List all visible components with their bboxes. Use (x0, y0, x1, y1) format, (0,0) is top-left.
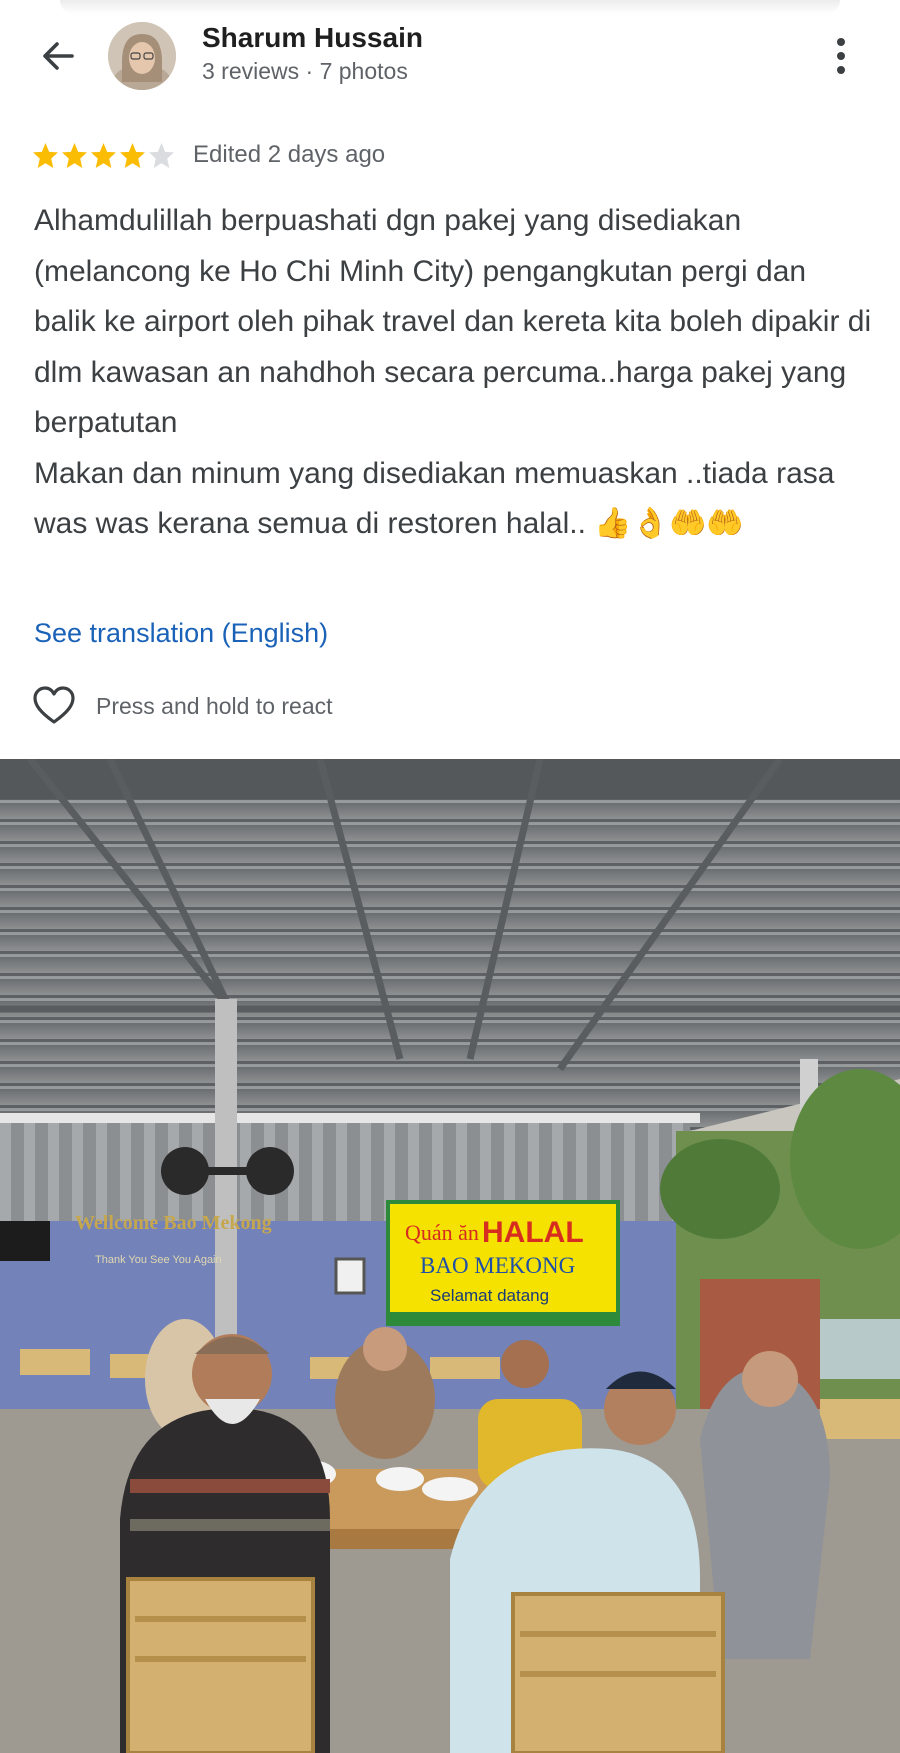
sign-line1-prefix: Quán ăn (405, 1220, 479, 1245)
arrow-left-icon[interactable] (36, 34, 80, 78)
star-filled-icon (33, 142, 58, 168)
sign-line2: BAO MEKONG (420, 1253, 575, 1278)
reviewer-name[interactable]: Sharum Hussain (202, 22, 423, 54)
review-text: Alhamdulillah berpuashati dgn pakej yang… (34, 204, 872, 540)
review-header: Sharum Hussain 3 reviews · 7 photos (0, 0, 900, 115)
see-translation-link[interactable]: See translation (English) (34, 618, 328, 649)
reviewer-meta: 3 reviews · 7 photos (202, 58, 408, 84)
star-rating (32, 142, 175, 169)
react-button[interactable]: Press and hold to react (32, 686, 333, 726)
wall-subtext: Thank You See You Again (95, 1254, 222, 1266)
avatar-image (108, 22, 176, 90)
react-label: Press and hold to react (96, 692, 333, 719)
more-vertical-icon[interactable] (826, 34, 856, 78)
edited-label: Edited 2 days ago (193, 141, 386, 168)
avatar[interactable] (108, 22, 176, 90)
review-photo[interactable]: Wellcome Bao Mekong Thank You See You Ag… (0, 759, 900, 1753)
star-filled-icon (62, 142, 87, 168)
star-filled-icon (120, 142, 145, 168)
sign-line1-main: HALAL (482, 1216, 584, 1249)
heart-icon (33, 686, 75, 724)
sign-line3: Selamat datang (430, 1286, 549, 1305)
star-filled-icon (91, 142, 116, 168)
restaurant-photo: Wellcome Bao Mekong Thank You See You Ag… (0, 759, 900, 1753)
rating-row: Edited 2 days ago (32, 138, 385, 172)
star-empty-icon (149, 142, 174, 168)
halal-sign: Quán ăn HALAL BAO MEKONG Selamat datang (386, 1200, 620, 1326)
wall-text: Wellcome Bao Mekong (75, 1212, 272, 1234)
